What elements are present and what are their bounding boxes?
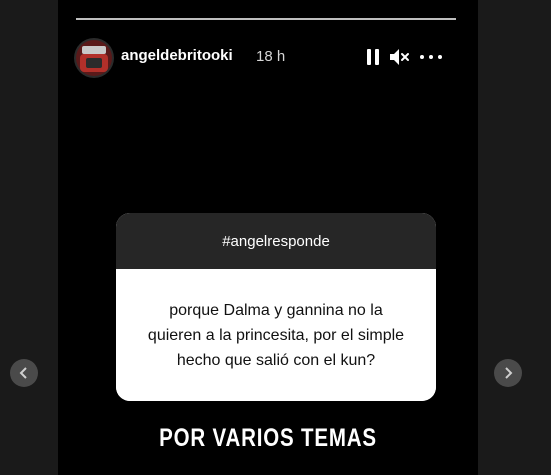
pause-icon[interactable] — [366, 47, 380, 67]
answer-text: POR VARIOS TEMAS — [159, 424, 377, 452]
chevron-left-icon[interactable] — [10, 359, 38, 387]
question-sticker: #angelresponde porque Dalma y gannina no… — [116, 213, 436, 401]
avatar[interactable] — [76, 40, 112, 76]
post-time: 18 h — [256, 48, 286, 65]
mute-icon[interactable] — [389, 47, 411, 67]
username[interactable]: angeldebritooki — [121, 47, 233, 64]
question-sticker-title: #angelresponde — [116, 213, 436, 269]
progress-segment — [76, 18, 456, 20]
more-options-icon[interactable] — [418, 47, 446, 67]
story-progress-bar — [76, 18, 456, 22]
chevron-right-icon[interactable] — [494, 359, 522, 387]
question-text: porque Dalma y gannina no la quieren a l… — [116, 269, 436, 401]
